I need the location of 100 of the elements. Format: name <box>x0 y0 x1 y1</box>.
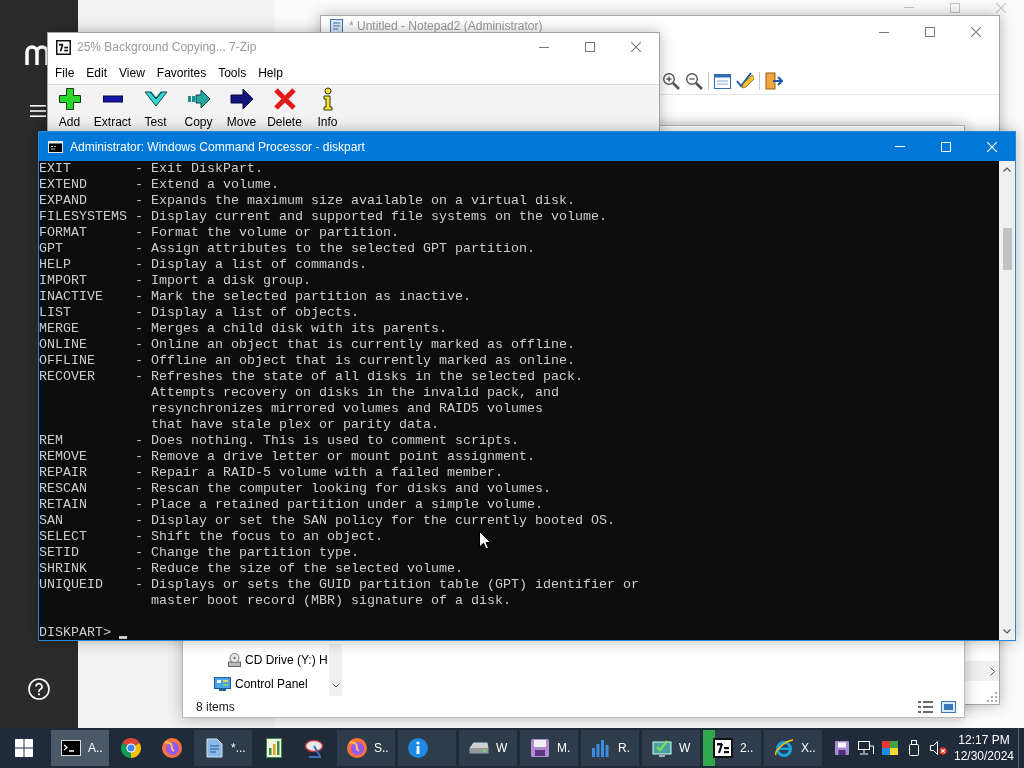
pencil-check-icon[interactable] <box>736 72 754 90</box>
taskbar-button[interactable]: *... <box>194 730 252 766</box>
windows-logo-icon <box>15 739 33 757</box>
command-description: - Display a list of objects. <box>135 305 359 321</box>
command-description: - Reduce the size of the selected volume. <box>135 561 463 577</box>
clock-time[interactable]: 12:17 PM <box>958 732 1010 748</box>
app-logo-icon <box>56 39 71 55</box>
taskbar-button[interactable]: W <box>642 730 700 766</box>
zoom-out-icon[interactable] <box>685 72 703 90</box>
muted-speaker-icon[interactable] <box>929 741 947 755</box>
satellite-dish-icon <box>305 738 325 758</box>
command-name: OFFLINE <box>39 353 95 369</box>
taskbar-button[interactable]: M. <box>520 730 578 766</box>
resize-grip-icon[interactable] <box>987 692 997 702</box>
maximize-icon <box>925 27 935 37</box>
command-description: - Online an object that is currently marked as offline. <box>135 337 575 353</box>
taskbar-button[interactable]: A.. <box>51 730 109 766</box>
command-name: EXTEND <box>39 177 87 193</box>
menu-item[interactable]: File <box>49 63 81 82</box>
command-name: FORMAT <box>39 225 87 241</box>
maximize-icon <box>950 2 960 13</box>
menu-item[interactable]: Tools <box>212 63 253 82</box>
window-icon[interactable] <box>714 73 731 89</box>
browser-logo-icon <box>774 738 794 758</box>
chevron-down-icon[interactable] <box>331 683 340 688</box>
window-title: 25% Background Copying... 7-Zip <box>77 40 257 54</box>
info-icon <box>408 738 428 758</box>
taskbar-button[interactable]: S.. <box>337 730 395 766</box>
scroll-down-icon[interactable] <box>1003 629 1011 634</box>
command-description: - Offline an object that is currently marked as online. <box>135 353 575 369</box>
close-icon <box>631 42 641 52</box>
menu-item[interactable]: Help <box>252 63 289 82</box>
chrome-icon <box>121 738 141 758</box>
usb-drive-icon[interactable] <box>909 740 919 756</box>
maximize-icon <box>941 141 951 152</box>
large-icons-view-icon[interactable] <box>941 700 956 713</box>
tree-item[interactable]: Control Panel <box>183 672 329 696</box>
command-prompt: DISKPART> <box>39 625 111 640</box>
scroll-right-icon[interactable] <box>990 666 995 676</box>
toolbar-button[interactable]: Move <box>220 85 263 129</box>
minimize-icon <box>539 46 549 48</box>
taskbar-button[interactable]: 2.. <box>703 730 761 766</box>
item-count: 8 items <box>196 699 235 714</box>
chart-document-icon <box>264 738 284 758</box>
details-view-icon[interactable] <box>918 700 933 713</box>
toolbar-button[interactable]: Delete <box>263 85 306 129</box>
menu-item[interactable]: Favorites <box>150 63 213 82</box>
door-arrow-icon[interactable] <box>765 72 783 90</box>
terminal-icon <box>61 740 81 756</box>
command-name: RETAIN <box>39 497 87 513</box>
drive-icon <box>469 742 489 754</box>
dotted-arrow-icon <box>186 87 211 111</box>
window-title: * Untitled - Notepad2 (Administrator) <box>349 19 543 33</box>
toolbar-button[interactable]: Copy <box>177 85 220 129</box>
close-icon <box>996 2 1006 13</box>
command-name: REPAIR <box>39 465 87 481</box>
menu-icon[interactable] <box>30 105 46 117</box>
help-icon[interactable] <box>28 678 50 700</box>
menu-item[interactable]: View <box>113 63 151 82</box>
taskbar-button[interactable]: X.. <box>764 730 822 766</box>
cross-icon <box>272 87 297 111</box>
command-description: - Display a list of commands. <box>135 257 367 273</box>
command-description: - Rescan the computer looking for disks and volumes. <box>135 481 551 497</box>
terminal-icon <box>48 140 63 153</box>
monitor-check-icon <box>652 738 672 758</box>
taskbar-button[interactable]: R. <box>581 730 639 766</box>
scroll-up-icon[interactable] <box>1003 167 1011 172</box>
scrollbar-thumb[interactable] <box>1002 228 1012 270</box>
window-title: Administrator: Windows Command Processor - diskpart <box>70 139 365 154</box>
pointer-icon <box>479 531 491 550</box>
network-icon[interactable] <box>858 741 874 755</box>
command-description: - Import a disk group. <box>135 273 311 289</box>
tree-item[interactable]: CD Drive (Y:) H <box>183 648 329 672</box>
firefox-icon <box>347 738 367 758</box>
command-description: - Extend a volume. <box>135 177 279 193</box>
command-name: EXPAND <box>39 193 87 209</box>
command-description: - Expands the maximum size available on a virtual disk. <box>135 193 575 209</box>
cd-drive-icon <box>228 653 241 667</box>
command-description: - Display current and supported file systems on the volume. <box>135 209 607 225</box>
toolbar-button[interactable]: Info <box>306 85 349 129</box>
command-name: ONLINE <box>39 337 87 353</box>
zoom-in-icon[interactable] <box>662 72 680 90</box>
taskbar-button[interactable]: W <box>459 730 517 766</box>
toolbar-button[interactable]: Test <box>134 85 177 129</box>
clock-date[interactable]: 12/30/2024 <box>953 748 1015 764</box>
close-icon <box>971 27 981 37</box>
firefox-icon <box>162 738 182 758</box>
toolbar-button[interactable]: Add <box>48 85 91 129</box>
command-description: Attempts recovery on disks in the invalid pack, and <box>151 385 559 401</box>
bar-chart-icon <box>591 738 611 758</box>
plus-icon <box>57 87 82 111</box>
color-squares-icon[interactable] <box>882 741 898 755</box>
command-description: that have stale plex or parity data. <box>151 417 439 433</box>
toolbar-button[interactable]: Extract <box>91 85 134 129</box>
menu-item[interactable]: Edit <box>80 63 114 82</box>
command-name: SHRINK <box>39 561 87 577</box>
command-name: SETID <box>39 545 79 561</box>
command-description: - Repair a RAID-5 volume with a failed member. <box>135 465 503 481</box>
text-cursor <box>119 636 127 639</box>
minimize-icon <box>895 146 905 147</box>
